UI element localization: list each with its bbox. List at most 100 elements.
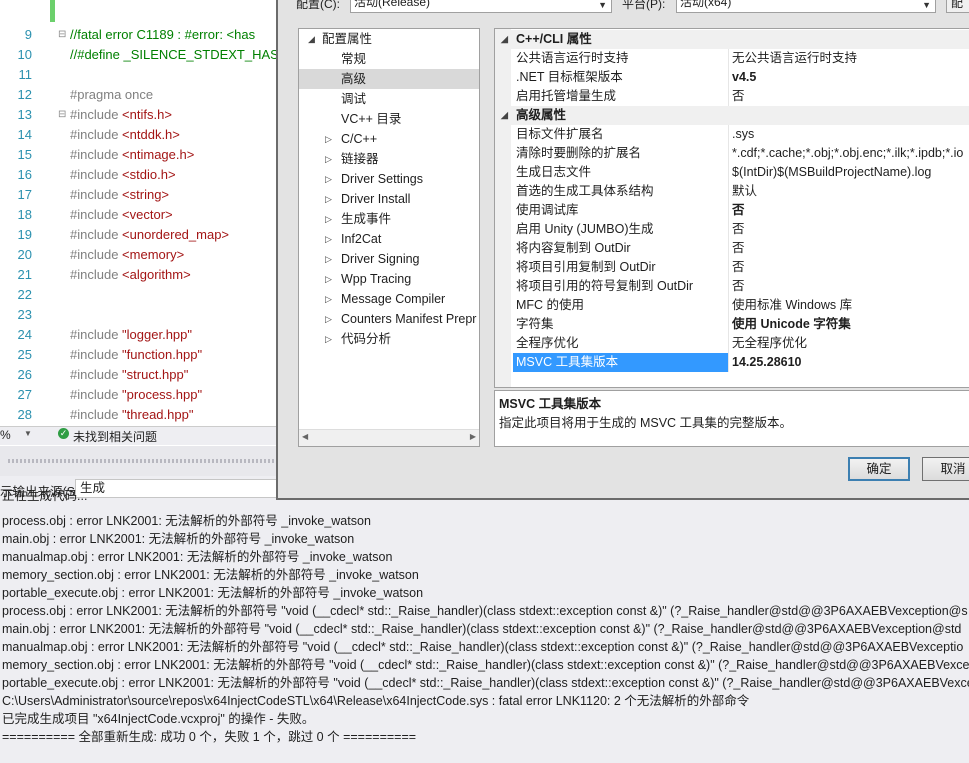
expand-arrow-icon[interactable]: ▷ xyxy=(325,189,332,209)
tree-item[interactable]: ▷ Inf2Cat xyxy=(299,229,479,249)
property-grid[interactable]: ◢ C++/CLI 属性 公共语言运行时支持 无公共语言运行时支持 .NET 目标框架版… xyxy=(494,28,969,388)
property-value[interactable]: 否 xyxy=(732,87,745,106)
expand-arrow-icon[interactable]: ▷ xyxy=(325,289,332,309)
property-value[interactable]: 否 xyxy=(732,201,745,220)
config-select[interactable]: 活动(Release) ▼ xyxy=(350,0,612,13)
output-source-select[interactable]: 生成 xyxy=(75,479,291,498)
property-row[interactable]: 全程序优化 无全程序优化 xyxy=(495,334,969,353)
tree-item-label: 配置属性 xyxy=(322,32,373,46)
property-row[interactable]: 使用调试库 否 xyxy=(495,201,969,220)
tree-item[interactable]: 常规 xyxy=(299,49,479,69)
pane-splitter[interactable] xyxy=(0,446,290,476)
scroll-left-icon[interactable]: ◀ xyxy=(302,432,308,441)
property-name: 首选的生成工具体系结构 xyxy=(516,184,654,198)
expand-arrow-icon[interactable]: ▷ xyxy=(325,169,332,189)
code-text: #include "function.hpp" xyxy=(70,347,203,362)
expand-arrow-icon[interactable]: ▷ xyxy=(325,329,332,349)
expand-arrow-icon[interactable]: ▷ xyxy=(325,229,332,249)
output-line: portable_execute.obj : error LNK2001: 无法… xyxy=(2,586,424,600)
property-row[interactable]: 首选的生成工具体系结构 默认 xyxy=(495,182,969,201)
property-value[interactable]: 无全程序优化 xyxy=(732,334,807,353)
property-row[interactable]: 公共语言运行时支持 无公共语言运行时支持 xyxy=(495,49,969,68)
output-pane: 示输出来源(S): 生成 正在生成代码... process.obj : erro… xyxy=(0,476,969,763)
expand-arrow-icon[interactable]: ▷ xyxy=(325,149,332,169)
tree-item[interactable]: VC++ 目录 xyxy=(299,109,479,129)
property-row[interactable]: .NET 目标框架版本 v4.5 xyxy=(495,68,969,87)
horizontal-scrollbar[interactable]: ◀ ▶ xyxy=(299,429,479,446)
tree-item[interactable]: 高级 xyxy=(299,69,479,89)
tree-item[interactable]: ▷ Driver Settings xyxy=(299,169,479,189)
tree-item[interactable]: ▷ Wpp Tracing xyxy=(299,269,479,289)
property-value[interactable]: 否 xyxy=(732,277,745,296)
code-editor[interactable]: 9 ⊟ //fatal error C1189 : #error: <has 10 //… xyxy=(0,0,290,426)
fold-toggle-icon[interactable]: ⊟ xyxy=(58,105,66,125)
column-separator xyxy=(728,315,729,334)
property-row[interactable]: 启用 Unity (JUMBO)生成 否 xyxy=(495,220,969,239)
splitter-grip[interactable] xyxy=(8,459,278,463)
property-row[interactable]: 目标文件扩展名 .sys xyxy=(495,125,969,144)
tree-item[interactable]: 调试 xyxy=(299,89,479,109)
platform-select[interactable]: 活动(x64) ▼ xyxy=(676,0,936,13)
code-text: #include <unordered_map> xyxy=(70,227,230,242)
output-line: ========== 全部重新生成: 成功 0 个，失败 1 个，跳过 0 个 … xyxy=(2,730,417,744)
line-number: 9 xyxy=(24,27,32,42)
expand-arrow-icon[interactable]: ▷ xyxy=(325,249,332,269)
expand-arrow-icon[interactable]: ▷ xyxy=(325,309,332,329)
tree-item[interactable]: ◢ 配置属性 xyxy=(299,29,479,49)
fold-toggle-icon[interactable]: ⊟ xyxy=(58,25,66,45)
property-value[interactable]: *.cdf;*.cache;*.obj;*.obj.enc;*.ilk;*.ip… xyxy=(732,144,963,163)
property-value[interactable]: v4.5 xyxy=(732,68,756,87)
line-number: 28 xyxy=(17,407,32,422)
property-row[interactable]: 将内容复制到 OutDir 否 xyxy=(495,239,969,258)
property-value[interactable]: 默认 xyxy=(732,182,757,201)
collapse-arrow-icon[interactable]: ◢ xyxy=(501,106,508,125)
expand-arrow-icon[interactable]: ▷ xyxy=(325,269,332,289)
config-manager-button[interactable]: 配 xyxy=(946,0,969,13)
property-value[interactable]: 否 xyxy=(732,220,745,239)
tree-item[interactable]: ▷ Driver Signing xyxy=(299,249,479,269)
property-name: 将项目引用复制到 OutDir xyxy=(516,260,656,274)
property-value[interactable]: 使用标准 Windows 库 xyxy=(732,296,852,315)
tree-item-label: Driver Install xyxy=(341,192,411,206)
property-row[interactable]: 将项目引用的符号复制到 OutDir 否 xyxy=(495,277,969,296)
property-row[interactable]: 字符集 使用 Unicode 字符集 xyxy=(495,315,969,334)
config-value: 活动(Release) xyxy=(354,0,431,9)
property-tree[interactable]: ◢ 配置属性常规高级调试 VC++ 目录 ▷ C/C++ ▷ 链接器 ▷ Driver Sett… xyxy=(298,28,480,447)
property-category[interactable]: ◢ C++/CLI 属性 xyxy=(495,30,969,49)
property-value[interactable]: 无公共语言运行时支持 xyxy=(732,49,857,68)
property-value[interactable]: 14.25.28610 xyxy=(732,353,802,372)
cancel-button[interactable]: 取消 xyxy=(922,457,969,481)
property-row[interactable]: 生成日志文件 $(IntDir)$(MSBuildProjectName).log xyxy=(495,163,969,182)
zoom-level[interactable]: % xyxy=(0,428,11,442)
tree-item-label: 高级 xyxy=(341,72,367,86)
tree-item[interactable]: ▷ Counters Manifest Prepr xyxy=(299,309,479,329)
tree-item[interactable]: ▷ 代码分析 xyxy=(299,329,479,349)
expand-arrow-icon[interactable]: ▷ xyxy=(325,209,332,229)
property-row[interactable]: 清除时要删除的扩展名 *.cdf;*.cache;*.obj;*.obj.enc;… xyxy=(495,144,969,163)
property-row[interactable]: 启用托管增量生成 否 xyxy=(495,87,969,106)
property-value[interactable]: 否 xyxy=(732,239,745,258)
property-value[interactable]: 否 xyxy=(732,258,745,277)
property-value[interactable]: .sys xyxy=(732,125,754,144)
ok-button[interactable]: 确定 xyxy=(848,457,910,481)
tree-item-label: Counters Manifest Prepr xyxy=(341,312,477,326)
code-text: #include "process.hpp" xyxy=(70,387,203,402)
property-row[interactable]: 将项目引用复制到 OutDir 否 xyxy=(495,258,969,277)
tree-item[interactable]: ▷ Driver Install xyxy=(299,189,479,209)
chevron-down-icon[interactable]: ▼ xyxy=(24,429,32,438)
scroll-right-icon[interactable]: ▶ xyxy=(470,432,476,441)
tree-item-label: Wpp Tracing xyxy=(341,272,412,286)
expand-arrow-icon[interactable]: ▷ xyxy=(325,129,332,149)
collapse-arrow-icon[interactable]: ◢ xyxy=(308,29,315,49)
tree-item[interactable]: ▷ Message Compiler xyxy=(299,289,479,309)
property-row[interactable]: MFC 的使用 使用标准 Windows 库 xyxy=(495,296,969,315)
tree-item[interactable]: ▷ 链接器 xyxy=(299,149,479,169)
property-category[interactable]: ◢ 高级属性 xyxy=(495,106,969,125)
tree-item[interactable]: ▷ C/C++ xyxy=(299,129,479,149)
property-value[interactable]: $(IntDir)$(MSBuildProjectName).log xyxy=(732,163,931,182)
collapse-arrow-icon[interactable]: ◢ xyxy=(501,30,508,49)
property-value[interactable]: 使用 Unicode 字符集 xyxy=(732,315,851,334)
tree-item-label: VC++ 目录 xyxy=(341,112,402,126)
tree-item[interactable]: ▷ 生成事件 xyxy=(299,209,479,229)
property-row[interactable]: MSVC 工具集版本 14.25.28610 xyxy=(495,353,969,372)
